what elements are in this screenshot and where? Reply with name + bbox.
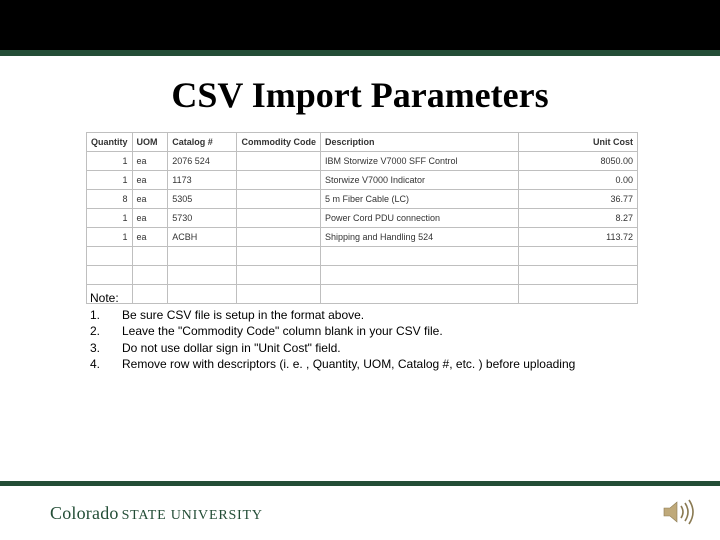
col-unitcost: Unit Cost: [518, 133, 637, 152]
cell-commodity: [237, 171, 321, 190]
cell-cost: 8.27: [518, 209, 637, 228]
cell-cost: 113.72: [518, 228, 637, 247]
note-number: 4.: [90, 356, 122, 372]
cell-desc: Power Cord PDU connection: [321, 209, 519, 228]
slide-title: CSV Import Parameters: [0, 74, 720, 116]
cell-commodity: [237, 190, 321, 209]
cell-uom: ea: [132, 190, 168, 209]
footer-green-band: [0, 481, 720, 486]
note-item: 4. Remove row with descriptors (i. e. , …: [90, 356, 670, 372]
cell-desc: 5 m Fiber Cable (LC): [321, 190, 519, 209]
note-text: Remove row with descriptors (i. e. , Qua…: [122, 356, 575, 372]
col-description: Description: [321, 133, 519, 152]
cell-uom: ea: [132, 152, 168, 171]
table-row: 1 ea 5730 Power Cord PDU connection 8.27: [87, 209, 638, 228]
table-row: 1 ea ACBH Shipping and Handling 524 113.…: [87, 228, 638, 247]
note-text: Be sure CSV file is setup in the format …: [122, 307, 364, 323]
cell-catalog: 2076 524: [168, 152, 237, 171]
logo-part2: State University: [122, 508, 263, 524]
note-number: 1.: [90, 307, 122, 323]
notes-heading: Note:: [90, 290, 670, 306]
col-catalog: Catalog #: [168, 133, 237, 152]
note-item: 2. Leave the "Commodity Code" column bla…: [90, 323, 670, 339]
cell-qty: 8: [87, 190, 133, 209]
cell-commodity: [237, 152, 321, 171]
note-text: Do not use dollar sign in "Unit Cost" fi…: [122, 340, 341, 356]
table-header-row: Quantity UOM Catalog # Commodity Code De…: [87, 133, 638, 152]
col-commodity: Commodity Code: [237, 133, 321, 152]
logo-part1: Colorado: [50, 503, 119, 524]
cell-desc: Shipping and Handling 524: [321, 228, 519, 247]
cell-cost: 36.77: [518, 190, 637, 209]
cell-commodity: [237, 209, 321, 228]
note-item: 1. Be sure CSV file is setup in the form…: [90, 307, 670, 323]
table-row: 1 ea 2076 524 IBM Storwize V7000 SFF Con…: [87, 152, 638, 171]
cell-commodity: [237, 228, 321, 247]
cell-catalog: 1173: [168, 171, 237, 190]
table-row: 1 ea 1173 Storwize V7000 Indicator 0.00: [87, 171, 638, 190]
cell-catalog: 5305: [168, 190, 237, 209]
cell-uom: ea: [132, 228, 168, 247]
cell-cost: 8050.00: [518, 152, 637, 171]
note-text: Leave the "Commodity Code" column blank …: [122, 323, 443, 339]
note-number: 3.: [90, 340, 122, 356]
cell-catalog: ACBH: [168, 228, 237, 247]
cell-qty: 1: [87, 171, 133, 190]
cell-qty: 1: [87, 152, 133, 171]
cell-catalog: 5730: [168, 209, 237, 228]
cell-qty: 1: [87, 209, 133, 228]
col-uom: UOM: [132, 133, 168, 152]
cell-cost: 0.00: [518, 171, 637, 190]
table-row: 8 ea 5305 5 m Fiber Cable (LC) 36.77: [87, 190, 638, 209]
col-quantity: Quantity: [87, 133, 133, 152]
table-row-empty: [87, 247, 638, 266]
table-row-empty: [87, 266, 638, 285]
header-black-band: [0, 0, 720, 50]
notes-block: Note: 1. Be sure CSV file is setup in th…: [90, 290, 670, 372]
note-number: 2.: [90, 323, 122, 339]
speaker-icon: [662, 498, 696, 526]
cell-uom: ea: [132, 171, 168, 190]
csv-table: Quantity UOM Catalog # Commodity Code De…: [86, 132, 638, 304]
note-item: 3. Do not use dollar sign in "Unit Cost"…: [90, 340, 670, 356]
cell-qty: 1: [87, 228, 133, 247]
cell-uom: ea: [132, 209, 168, 228]
cell-desc: Storwize V7000 Indicator: [321, 171, 519, 190]
csu-logo: Colorado State University: [50, 503, 263, 524]
cell-desc: IBM Storwize V7000 SFF Control: [321, 152, 519, 171]
header-green-band: [0, 50, 720, 56]
